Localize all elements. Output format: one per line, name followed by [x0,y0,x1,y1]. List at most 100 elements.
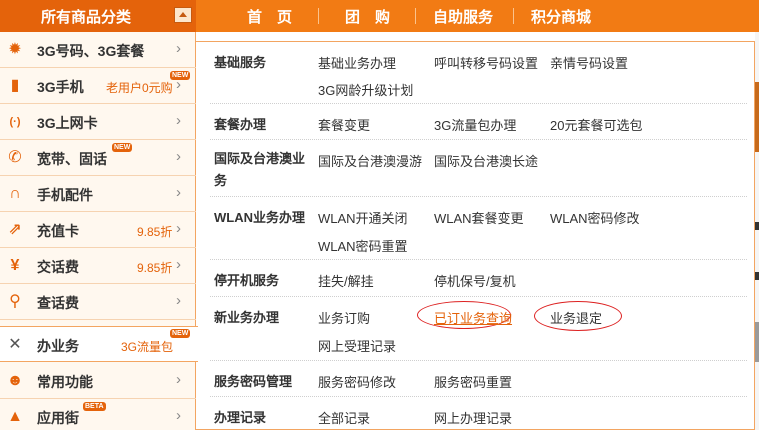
sidebar-item-app-street[interactable]: ▲ 应用街 BETA › [0,399,196,430]
chevron-right-icon: › [176,40,181,57]
sidebar-item-label: 交话费 [37,259,79,275]
phone-icon: ▮ [10,77,20,94]
panel-row-suspend: 停开机服务 挂失/解挂 停机保号/复机 [210,260,747,297]
new-badge: NEW [170,329,191,338]
nav-divider [513,8,514,24]
panel-row-basic: 基础服务 基础业务办理 呼叫转移号码设置 亲情号码设置 3G网龄升级计划 [210,42,747,104]
panel-row-records: 办理记录 全部记录 网上办理记录 [210,397,747,430]
sidebar-item-accessories[interactable]: ∩ 手机配件 › [0,176,196,212]
sidebar-item-check-bill[interactable]: ⚲ 查话费 › [0,284,196,320]
link-online-business-records[interactable]: 网上办理记录 [434,408,512,427]
row-category: 新业务办理 [214,310,280,325]
panel-row-password: 服务密码管理 服务密码修改 服务密码重置 [210,361,747,397]
category-sidebar: ✹ 3G号码、3G套餐 › ▮ 3G手机 老用户0元购 NEW › (·) 3G… [0,32,198,430]
row-category: 办理记录 [214,410,267,425]
row-category: 基础服务 [214,55,267,70]
chevron-right-icon: › [176,184,181,201]
chevron-right-icon: › [176,148,181,165]
link-business-subscribe[interactable]: 业务订购 [318,308,370,327]
panel-row-new-business: 新业务办理 业务订购 已订业务查询 业务退定 网上受理记录 [210,297,747,361]
beta-badge: BETA [83,402,106,411]
row-category: 套餐办理 [214,117,267,132]
sidebar-item-recharge-card[interactable]: ⇗ 充值卡 9.85折 › [0,212,196,248]
sidebar-item-label: 3G号码、3G套餐 [37,43,145,59]
nav-divider [415,8,416,24]
link-online-records[interactable]: 网上受理记录 [318,336,396,355]
top-nav-bar: 所有商品分类 首 页 团 购 自助服务 积分商城 [0,0,759,32]
sidebar-item-broadband[interactable]: ✆ 宽带、固话 NEW › [0,140,196,176]
chevron-right-icon: › [176,112,181,129]
business-dropdown-panel: 基础服务 基础业务办理 呼叫转移号码设置 亲情号码设置 3G网龄升级计划 套餐办… [196,41,755,430]
sidebar-item-3g-phone[interactable]: ▮ 3G手机 老用户0元购 NEW › [0,68,196,104]
link-wlan-password-reset[interactable]: WLAN密码重置 [318,236,408,255]
sidebar-item-label: 充值卡 [37,223,79,239]
sidebar-item-label: 宽带、固话 [37,151,107,167]
sidebar-item-label: 查话费 [37,295,79,311]
sidebar-item-label: 办业务 [37,338,79,354]
link-suspend-resume[interactable]: 停机保号/复机 [434,271,516,290]
row-category: 国际及台港澳业务 [214,151,306,188]
link-wlan-package[interactable]: WLAN套餐变更 [434,208,524,227]
yuan-icon: ¥ [10,257,20,274]
row-category: WLAN业务办理 [214,210,305,225]
category-title: 所有商品分类 [41,9,132,26]
discount-text: 9.85折 [137,225,173,239]
panel-row-wlan: WLAN业务办理 WLAN开通关闭 WLAN套餐变更 WLAN密码修改 WLAN… [210,197,747,260]
nav-self-service[interactable]: 自助服务 [433,6,493,27]
chevron-right-icon: › [176,220,181,237]
link-wlan-toggle[interactable]: WLAN开通关闭 [318,208,408,227]
nav-points-mall[interactable]: 积分商城 [531,6,591,27]
new-badge: NEW [112,143,133,152]
nav-home[interactable]: 首 页 [247,6,292,27]
card-icon: ⇗ [8,221,22,238]
link-unsubscribe[interactable]: 业务退定 [550,308,602,327]
chevron-right-icon: › [176,371,181,388]
telephone-icon: ✆ [8,149,22,166]
sidebar-item-label: 3G上网卡 [37,115,98,131]
link-family-number[interactable]: 亲情号码设置 [550,53,628,72]
collapse-toggle-icon[interactable] [174,7,192,23]
sidebar-item-3g-number[interactable]: ✹ 3G号码、3G套餐 › [0,32,196,68]
link-call-forward[interactable]: 呼叫转移号码设置 [434,53,538,72]
nav-divider [318,8,319,24]
row-category: 停开机服务 [214,273,280,288]
chevron-right-icon: › [176,292,181,309]
link-package-change[interactable]: 套餐变更 [318,115,370,134]
link-password-change[interactable]: 服务密码修改 [318,372,396,391]
discount-text: 9.85折 [137,261,173,275]
user-group-icon: ☻ [6,372,24,389]
wifi-icon: (·) [9,116,21,128]
link-3g-data-pack[interactable]: 3G流量包办理 [434,115,516,134]
link-subscribed-query[interactable]: 已订业务查询 [434,308,512,327]
sidebar-item-pay-bill[interactable]: ¥ 交话费 9.85折 › [0,248,196,284]
link-20-yuan-pack[interactable]: 20元套餐可选包 [550,115,642,134]
link-password-reset[interactable]: 服务密码重置 [434,372,512,391]
link-3g-upgrade[interactable]: 3G网龄升级计划 [318,80,413,99]
bag-icon: ▲ [7,408,23,425]
link-all-records[interactable]: 全部记录 [318,408,370,427]
sidebar-item-3g-card[interactable]: (·) 3G上网卡 › [0,104,196,140]
link-report-loss[interactable]: 挂失/解挂 [318,271,374,290]
link-intl-roaming[interactable]: 国际及台港澳漫游 [318,151,422,170]
row-category: 服务密码管理 [214,374,293,389]
gear-icon: ✹ [8,41,22,58]
magnifier-icon: ⚲ [9,293,21,310]
sidebar-item-label: 3G手机 [37,79,84,95]
link-wlan-password-change[interactable]: WLAN密码修改 [550,208,640,227]
link-intl-long-distance[interactable]: 国际及台港澳长途 [434,151,538,170]
panel-row-international: 国际及台港澳业务 国际及台港澳漫游 国际及台港澳长途 [210,140,747,197]
sidebar-item-business[interactable]: ✕ 办业务 3G流量包 NEW [0,326,198,362]
panel-row-package: 套餐办理 套餐变更 3G流量包办理 20元套餐可选包 [210,104,747,140]
chevron-right-icon: › [176,76,181,93]
nav-group-buy[interactable]: 团 购 [345,6,390,27]
promo-text[interactable]: 3G流量包 [121,338,173,355]
chevron-right-icon: › [176,256,181,273]
sidebar-item-common-functions[interactable]: ☻ 常用功能 › [0,363,196,399]
category-header[interactable]: 所有商品分类 [0,0,196,32]
promo-text[interactable]: 老用户0元购 [106,79,173,96]
background-content-strip [755,32,759,430]
sidebar-item-label: 手机配件 [37,187,93,203]
link-basic-business[interactable]: 基础业务办理 [318,53,396,72]
sidebar-item-label: 应用街 [37,410,79,426]
sidebar-item-label: 常用功能 [37,374,93,390]
